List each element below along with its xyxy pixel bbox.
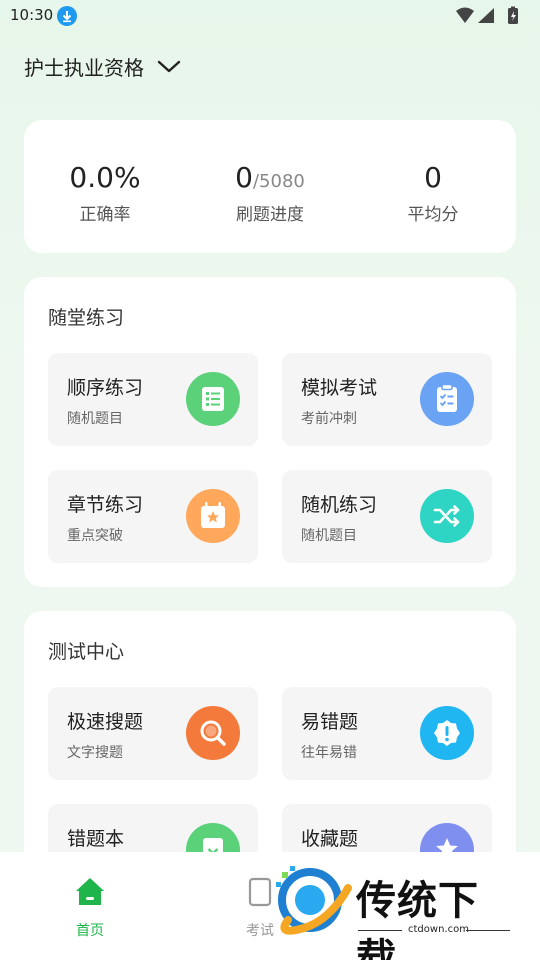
tile-title: 收藏题 xyxy=(301,828,359,850)
error-prone-button[interactable]: 易错题 往年易错 xyxy=(282,687,492,780)
section-title: 测试中心 xyxy=(48,641,125,663)
status-time: 10:30 xyxy=(10,6,54,24)
nav-home[interactable]: 首页 xyxy=(50,872,130,940)
chapter-practice-button[interactable]: 章节练习 重点突破 xyxy=(48,470,258,563)
stat-label: 刷题进度 xyxy=(236,205,304,225)
stats-card: 0.0% 正确率 0/5080 刷题进度 0 平均分 xyxy=(24,120,516,253)
calendar-star-icon xyxy=(186,489,240,543)
tile-title: 章节练习 xyxy=(67,494,144,516)
tile-title: 极速搜题 xyxy=(67,711,144,733)
stat-value: 0 xyxy=(235,161,253,194)
status-icons xyxy=(456,6,518,24)
watermark-text: 传统下载 xyxy=(356,878,479,960)
stat-label: 正确率 xyxy=(79,205,131,225)
quick-search-button[interactable]: 极速搜题 文字搜题 xyxy=(48,687,258,780)
download-icon xyxy=(57,6,77,26)
nav-label: 首页 xyxy=(76,923,104,939)
stat-value: 0.0% xyxy=(69,161,141,194)
stat-average-score: 0 平均分 xyxy=(353,160,513,225)
tile-subtitle: 重点突破 xyxy=(67,528,123,544)
stat-total: /5080 xyxy=(252,171,305,192)
section-title: 随堂练习 xyxy=(48,307,125,329)
tile-title: 错题本 xyxy=(67,828,125,850)
clipboard-check-icon xyxy=(420,372,474,426)
tile-title: 易错题 xyxy=(301,711,359,733)
chevron-down-icon xyxy=(157,60,181,73)
mock-exam-button[interactable]: 模拟考试 考前冲刺 xyxy=(282,353,492,446)
stat-progress: 0/5080 刷题进度 xyxy=(190,160,350,225)
sequential-practice-button[interactable]: 顺序练习 随机题目 xyxy=(48,353,258,446)
search-icon xyxy=(186,706,240,760)
tile-subtitle: 往年易错 xyxy=(301,745,357,761)
status-bar: 10:30 xyxy=(0,0,540,32)
tile-subtitle: 随机题目 xyxy=(67,411,123,427)
tile-title: 模拟考试 xyxy=(301,377,378,399)
page-title: 护士执业资格 xyxy=(24,55,144,80)
watermark-url: ctdown.com xyxy=(408,924,469,935)
stat-accuracy: 0.0% 正确率 xyxy=(25,160,185,225)
practice-section: 随堂练习 顺序练习 随机题目 模拟考试 考前冲刺 章节练习 重点突破 随机练习 … xyxy=(24,277,516,587)
watermark-logo xyxy=(276,866,352,935)
tile-title: 随机练习 xyxy=(301,494,378,516)
watermark: 传统下载 ctdown.com xyxy=(268,862,518,960)
shuffle-icon xyxy=(420,489,474,543)
stat-value: 0 xyxy=(424,161,442,194)
tile-subtitle: 文字搜题 xyxy=(67,745,123,761)
watermark-divider xyxy=(466,930,510,931)
tile-subtitle: 考前冲刺 xyxy=(301,411,357,427)
stat-label: 平均分 xyxy=(407,205,459,225)
exam-type-selector[interactable]: 护士执业资格 xyxy=(24,50,182,82)
tile-title: 顺序练习 xyxy=(67,377,144,399)
alert-badge-icon xyxy=(420,706,474,760)
home-icon xyxy=(76,878,104,905)
tile-subtitle: 随机题目 xyxy=(301,528,357,544)
watermark-divider xyxy=(358,930,402,931)
list-icon xyxy=(186,372,240,426)
wifi-icon xyxy=(456,7,474,23)
random-practice-button[interactable]: 随机练习 随机题目 xyxy=(282,470,492,563)
signal-icon xyxy=(478,8,494,23)
